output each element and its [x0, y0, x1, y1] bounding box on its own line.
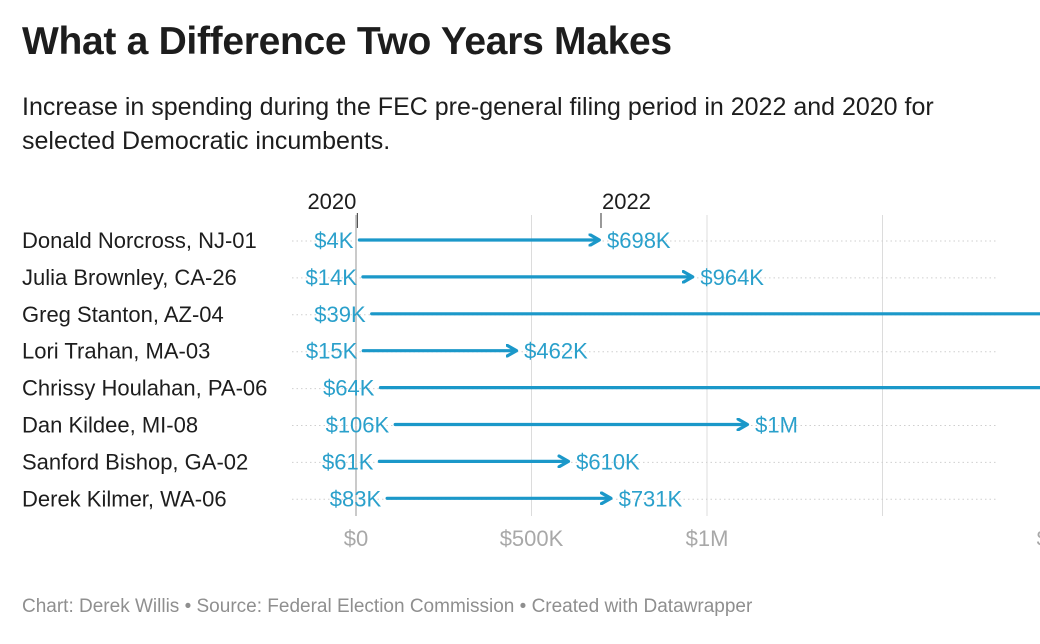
start-value-label: $14K: [306, 265, 358, 290]
end-value-label: $731K: [619, 486, 683, 511]
row-label: Chrissy Houlahan, PA-06: [22, 376, 267, 401]
chart-footer: Chart: Derek Willis • Source: Federal El…: [22, 596, 753, 617]
legend-label-2020: 2020: [307, 189, 356, 214]
row-label: Julia Brownley, CA-26: [22, 265, 237, 290]
start-value-label: $83K: [330, 486, 382, 511]
start-value-label: $61K: [322, 449, 374, 474]
x-tick-label: $1M: [686, 526, 729, 551]
x-tick-label: $0: [344, 526, 368, 551]
end-value-label: $610K: [576, 449, 640, 474]
x-tick-label: $500K: [500, 526, 564, 551]
x-tick-label: $2M: [1037, 526, 1040, 551]
start-value-label: $106K: [326, 413, 390, 438]
start-value-label: $4K: [314, 228, 353, 253]
start-value-label: $64K: [323, 376, 375, 401]
row-label: Sanford Bishop, GA-02: [22, 449, 248, 474]
start-value-label: $39K: [314, 302, 366, 327]
arrow-chart: $0 $500K $1M $2M 2020 2022 Donald Norcross, NJ…: [22, 189, 1040, 551]
start-value-label: $15K: [306, 339, 358, 364]
row-label: Greg Stanton, AZ-04: [22, 302, 224, 327]
end-value-label: $964K: [700, 265, 764, 290]
row-label: Lori Trahan, MA-03: [22, 339, 210, 364]
row-label: Dan Kildee, MI-08: [22, 413, 198, 438]
row-label: Derek Kilmer, WA-06: [22, 486, 227, 511]
end-value-label: $1M: [755, 413, 798, 438]
legend-label-2022: 2022: [602, 189, 651, 214]
end-value-label: $462K: [524, 339, 588, 364]
row-label: Donald Norcross, NJ-01: [22, 228, 257, 253]
end-value-label: $698K: [607, 228, 671, 253]
